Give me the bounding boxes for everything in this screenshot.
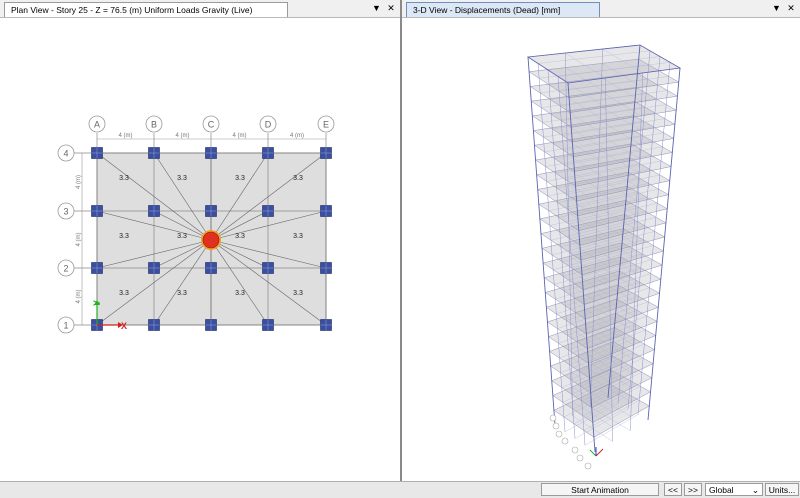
load-value-label: 3.3 bbox=[177, 233, 187, 240]
status-bar: Start Animation << >> Global ⌄ Units... bbox=[0, 481, 800, 498]
chevron-down-icon: ⌄ bbox=[751, 485, 759, 495]
grid-bubble-3d bbox=[549, 414, 557, 422]
3d-view-pane[interactable]: 3-D View - Displacements (Dead) [mm] ▼ ✕ bbox=[402, 0, 800, 481]
dimension-label-x: 4 (m) bbox=[119, 133, 133, 139]
grid-label-x: C bbox=[208, 120, 215, 130]
load-value-label: 3.3 bbox=[235, 233, 245, 240]
next-button[interactable]: >> bbox=[684, 483, 702, 496]
load-value-label: 3.3 bbox=[119, 290, 129, 297]
grid-bubble-3d bbox=[555, 430, 563, 438]
coord-system-value: Global bbox=[709, 485, 734, 495]
load-value-label: 3.3 bbox=[119, 233, 129, 240]
load-value-label: 3.3 bbox=[293, 290, 303, 297]
dimension-label-x: 4 (m) bbox=[290, 133, 304, 139]
pane-close-icon[interactable]: ✕ bbox=[785, 2, 797, 14]
grid-bubble-3d bbox=[571, 446, 579, 454]
plan-view-tabbar: Plan View - Story 25 - Z = 76.5 (m) Unif… bbox=[0, 0, 400, 18]
selected-point-marker bbox=[202, 231, 220, 249]
grid-label-x: A bbox=[94, 120, 100, 130]
load-value-label: 3.3 bbox=[235, 175, 245, 182]
grid-label-y: 4 bbox=[63, 149, 68, 159]
grid-bubble-3d bbox=[576, 454, 584, 462]
dimension-label-y: 4 (m) bbox=[76, 290, 82, 304]
plan-view-tab[interactable]: Plan View - Story 25 - Z = 76.5 (m) Unif… bbox=[4, 2, 288, 17]
grid-bubble-3d bbox=[584, 462, 592, 470]
dimension-label-x: 4 (m) bbox=[233, 133, 247, 139]
dimension-label-y: 4 (m) bbox=[76, 175, 82, 189]
dimension-label-y: 4 (m) bbox=[76, 233, 82, 247]
pane-close-icon[interactable]: ✕ bbox=[385, 2, 397, 14]
grid-label-x: D bbox=[265, 120, 272, 130]
grid-label-y: 1 bbox=[63, 321, 68, 331]
pane-menu-icon[interactable]: ▼ bbox=[770, 2, 782, 14]
grid-label-x: B bbox=[151, 120, 157, 130]
grid-label-x: E bbox=[323, 120, 329, 130]
load-value-label: 3.3 bbox=[177, 175, 187, 182]
plan-view-pane[interactable]: Plan View - Story 25 - Z = 76.5 (m) Unif… bbox=[0, 0, 400, 481]
grid-label-y: 3 bbox=[63, 207, 68, 217]
load-value-label: 3.3 bbox=[119, 175, 129, 182]
y-axis-label: Y bbox=[92, 300, 102, 306]
x-axis-label: X bbox=[121, 321, 127, 331]
3d-view-tab[interactable]: 3-D View - Displacements (Dead) [mm] bbox=[406, 2, 600, 17]
grid-label-y: 2 bbox=[63, 264, 68, 274]
load-value-label: 3.3 bbox=[235, 290, 245, 297]
dimension-label-x: 4 (m) bbox=[176, 133, 190, 139]
start-animation-button[interactable]: Start Animation bbox=[541, 483, 659, 496]
plan-view-canvas[interactable]: A B C D E 4 3 2 1 4 (m) 4 (m) 4 (m) 4 (m) 4 (m) 4 (m) 4… bbox=[0, 18, 400, 480]
load-value-label: 3.3 bbox=[293, 233, 303, 240]
coord-system-select[interactable]: Global ⌄ bbox=[705, 483, 763, 496]
grid-bubble-3d bbox=[552, 422, 560, 430]
load-value-label: 3.3 bbox=[177, 290, 187, 297]
grid-bubble-3d bbox=[561, 437, 569, 445]
load-value-label: 3.3 bbox=[293, 175, 303, 182]
3d-view-canvas[interactable] bbox=[402, 18, 800, 480]
units-button[interactable]: Units... bbox=[765, 483, 799, 496]
x-axis-arrow-3d bbox=[595, 448, 604, 457]
pane-menu-icon[interactable]: ▼ bbox=[370, 2, 382, 14]
3d-view-tabbar: 3-D View - Displacements (Dead) [mm] ▼ ✕ bbox=[402, 0, 800, 18]
previous-button[interactable]: << bbox=[664, 483, 682, 496]
